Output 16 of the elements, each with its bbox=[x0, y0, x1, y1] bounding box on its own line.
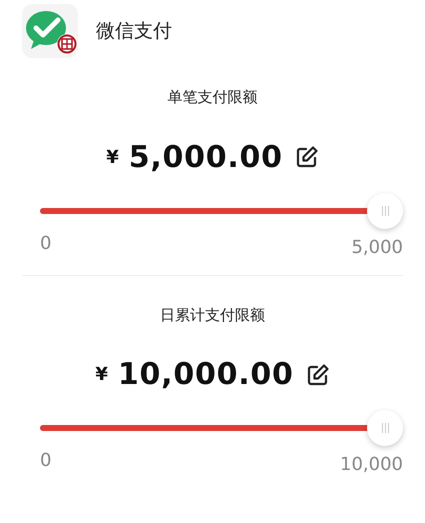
slider-max-label: 5,000 bbox=[351, 236, 403, 260]
limit-label: 日累计支付限额 bbox=[160, 304, 265, 326]
app-logo-icon bbox=[22, 4, 80, 58]
currency-symbol: ¥ bbox=[95, 363, 108, 387]
slider-min-label: 0 bbox=[40, 232, 52, 256]
limit-label: 单笔支付限额 bbox=[168, 87, 258, 108]
slider-max-label: 10,000 bbox=[340, 453, 403, 477]
amount-text: 5,000.00 bbox=[128, 138, 283, 176]
slider-min-label: 0 bbox=[40, 449, 52, 473]
slider-thumb[interactable] bbox=[367, 192, 403, 228]
edit-icon[interactable] bbox=[294, 145, 319, 169]
slider-thumb[interactable] bbox=[367, 410, 403, 446]
currency-symbol: ¥ bbox=[106, 146, 119, 170]
amount-text: 10,000.00 bbox=[118, 356, 294, 394]
app-title: 微信支付 bbox=[96, 18, 172, 44]
edit-icon[interactable] bbox=[306, 362, 330, 386]
